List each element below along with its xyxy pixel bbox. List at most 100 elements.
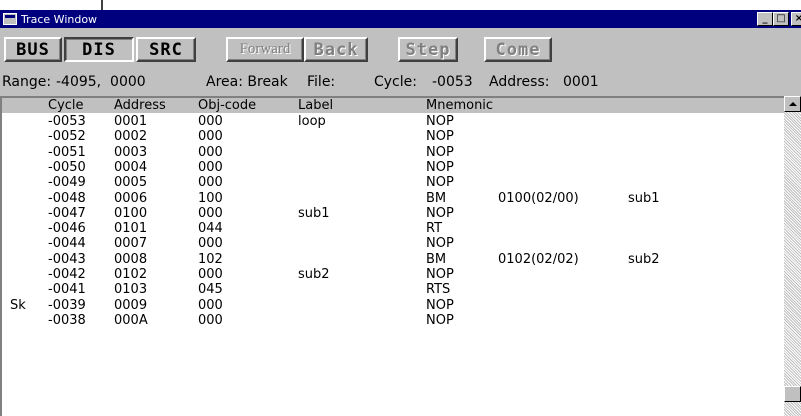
- row-address: 0101: [114, 221, 148, 237]
- forward-button[interactable]: Forward: [226, 37, 304, 62]
- row-label: sub2: [298, 267, 330, 282]
- row-obj-code: 100: [198, 190, 223, 206]
- src-button[interactable]: SRC: [136, 37, 196, 62]
- row-address: 0103: [114, 282, 148, 298]
- trace-row[interactable]: -0051 0003 000 NOP: [2, 145, 784, 160]
- close-button[interactable]: ×: [791, 12, 801, 26]
- trace-row[interactable]: -0048 0006 100 BM 0100(02/00) sub1: [2, 191, 784, 206]
- row-obj-code: 000: [198, 114, 223, 129]
- row-cycle: -0038: [48, 312, 86, 328]
- row-cycle: -0042: [48, 267, 86, 282]
- row-address: 0100: [114, 205, 148, 221]
- row-cycle: -0053: [48, 114, 86, 129]
- vertical-scrollbar[interactable]: [784, 96, 801, 416]
- trace-row[interactable]: -0050 0004 000 NOP: [2, 160, 784, 175]
- scroll-thumb[interactable]: [784, 386, 801, 402]
- row-address: 0009: [114, 297, 148, 313]
- row-cycle: -0050: [48, 159, 86, 175]
- row-symbol: sub1: [628, 190, 660, 206]
- toolbar: BUS DIS SRC Forward Back Step Come: [0, 30, 801, 70]
- range-label: Range:: [2, 74, 52, 90]
- row-cycle: -0047: [48, 205, 86, 221]
- title-bar[interactable]: Trace Window _ □ ×: [0, 10, 801, 28]
- row-mnemonic: NOP: [426, 297, 454, 313]
- column-header-mnemonic[interactable]: Mnemonic: [426, 98, 493, 113]
- row-address: 000A: [114, 312, 148, 328]
- come-button[interactable]: Come: [484, 37, 552, 62]
- column-header-address[interactable]: Address: [114, 98, 166, 113]
- row-cycle: -0048: [48, 190, 86, 206]
- row-obj-code: 000: [198, 175, 223, 191]
- window-title: Trace Window: [21, 12, 98, 26]
- row-address: 0002: [114, 129, 148, 145]
- row-mnemonic: NOP: [426, 129, 454, 145]
- row-cycle: -0039: [48, 297, 86, 313]
- row-address: 0007: [114, 236, 148, 252]
- row-obj-code: 000: [198, 144, 223, 160]
- trace-row[interactable]: -0043 0008 102 BM 0102(02/02) sub2: [2, 252, 784, 267]
- trace-row[interactable]: -0044 0007 000 NOP: [2, 236, 784, 251]
- row-symbol: sub2: [628, 251, 660, 267]
- trace-row[interactable]: -0047 0100 000 sub1 NOP: [2, 206, 784, 221]
- row-obj-code: 102: [198, 251, 223, 267]
- bus-button[interactable]: BUS: [4, 37, 62, 62]
- back-button[interactable]: Back: [304, 37, 368, 62]
- row-cycle: -0041: [48, 282, 86, 298]
- trace-window: Trace Window _ □ × BUS DIS SRC Forward B…: [0, 10, 801, 416]
- file-label: File:: [307, 74, 336, 90]
- row-mnemonic: BM: [426, 190, 447, 206]
- column-header-cycle[interactable]: Cycle: [48, 98, 84, 113]
- dis-button[interactable]: DIS: [64, 37, 134, 62]
- row-operand: 0102(02/02): [498, 251, 579, 267]
- trace-row[interactable]: -0049 0005 000 NOP: [2, 175, 784, 190]
- row-mnemonic: RTS: [426, 282, 451, 298]
- row-mnemonic: NOP: [426, 312, 454, 328]
- scroll-up-button[interactable]: [784, 96, 801, 112]
- row-cycle: -0049: [48, 175, 86, 191]
- trace-row[interactable]: -0041 0103 045 RTS: [2, 282, 784, 297]
- trace-row[interactable]: -0053 0001 000 loop NOP: [2, 114, 784, 129]
- row-cycle: -0051: [48, 144, 86, 160]
- trace-list[interactable]: Cycle Address Obj-code Label Mnemonic -0…: [0, 96, 784, 416]
- trace-row[interactable]: -0042 0102 000 sub2 NOP: [2, 267, 784, 282]
- window-icon[interactable]: [3, 13, 17, 25]
- row-obj-code: 000: [198, 312, 223, 328]
- trace-row[interactable]: -0038 000A 000 NOP: [2, 313, 784, 328]
- row-obj-code: 000: [198, 236, 223, 252]
- row-address: 0102: [114, 267, 148, 282]
- column-header-row: Cycle Address Obj-code Label Mnemonic: [2, 98, 784, 113]
- row-mnemonic: NOP: [426, 236, 454, 252]
- cycle-value: -0053: [432, 74, 473, 90]
- column-header-label[interactable]: Label: [298, 98, 333, 113]
- row-address: 0005: [114, 175, 148, 191]
- trace-row[interactable]: -0052 0002 000 NOP: [2, 129, 784, 144]
- row-label: loop: [298, 114, 326, 129]
- row-obj-code: 000: [198, 267, 223, 282]
- row-mnemonic: NOP: [426, 159, 454, 175]
- range-value: -4095, 0000: [56, 74, 146, 90]
- row-mark: Sk: [10, 297, 26, 313]
- row-address: 0008: [114, 251, 148, 267]
- trace-row[interactable]: -0046 0101 044 RT: [2, 221, 784, 236]
- trace-row[interactable]: Sk -0039 0009 000 NOP: [2, 298, 784, 313]
- row-obj-code: 044: [198, 221, 223, 237]
- row-mnemonic: RT: [426, 221, 443, 237]
- row-obj-code: 000: [198, 205, 223, 221]
- row-address: 0004: [114, 159, 148, 175]
- address-label: Address:: [489, 74, 550, 90]
- row-address: 0003: [114, 144, 148, 160]
- row-obj-code: 000: [198, 129, 223, 145]
- minimize-button[interactable]: _: [757, 12, 773, 26]
- row-mnemonic: NOP: [426, 114, 454, 129]
- cycle-label: Cycle:: [374, 74, 417, 90]
- column-header-obj-code[interactable]: Obj-code: [198, 98, 256, 113]
- maximize-button[interactable]: □: [773, 12, 789, 26]
- row-mnemonic: NOP: [426, 144, 454, 160]
- row-address: 0006: [114, 190, 148, 206]
- row-operand: 0100(02/00): [498, 190, 579, 206]
- step-button[interactable]: Step: [398, 37, 458, 62]
- row-address: 0001: [114, 114, 148, 129]
- row-obj-code: 000: [198, 297, 223, 313]
- row-cycle: -0043: [48, 251, 86, 267]
- row-obj-code: 000: [198, 159, 223, 175]
